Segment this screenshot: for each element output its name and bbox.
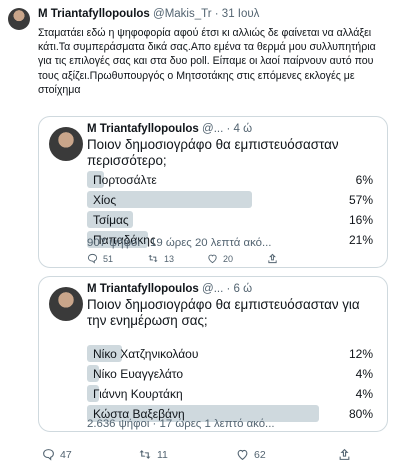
reply-button[interactable]: 47 (42, 448, 72, 461)
tweet-date[interactable]: 31 Ιουλ (222, 8, 260, 20)
retweet-button[interactable]: 11 (138, 448, 168, 461)
heart-icon (208, 254, 217, 264)
avatar (49, 127, 83, 161)
heart-icon (237, 449, 248, 461)
quoted-tweet-header: M Triantafyllopoulos @... · 4 ώ (87, 123, 252, 135)
comment-icon (43, 449, 54, 461)
poll-option-label: Γιάννη Κουρτάκη (93, 387, 183, 401)
author-handle[interactable]: @Makis_Tr (153, 8, 212, 20)
poll-option-percent: 80% (348, 407, 373, 421)
author-name[interactable]: M Triantafyllopoulos (38, 8, 150, 20)
reply-button[interactable]: 51 (87, 253, 113, 264)
author-handle: @... (202, 123, 224, 135)
tweet-date: 6 ώ (233, 283, 253, 295)
like-count: 62 (254, 448, 266, 461)
retweet-icon (148, 254, 158, 263)
separator: · (214, 8, 219, 20)
like-button[interactable]: 62 (236, 448, 266, 461)
poll-option-label: Τσίμας (93, 213, 129, 227)
tweet-text: Σταματάει εδώ η ψηφοφορία αφού έτσι κι α… (38, 27, 376, 96)
tweet-header: M Triantafyllopoulos @Makis_Tr · 31 Ιουλ (38, 8, 259, 20)
poll-option-label: Νίκο Χατζηνικολάου (93, 347, 199, 361)
separator: · (226, 283, 231, 295)
poll-question: Ποιον δημοσιογράφο θα εμπιστευόσασταν γι… (87, 297, 360, 328)
retweet-count: 11 (157, 448, 168, 461)
retweet-button[interactable]: 13 (147, 253, 174, 264)
poll-option-percent: 16% (348, 213, 373, 227)
poll: Νίκο Χατζηνικολάου 12% Νίκο Ευαγγελάτο 4… (87, 345, 377, 425)
poll-option: Γιάννη Κουρτάκη 4% (87, 385, 377, 402)
poll-option-percent: 21% (348, 233, 373, 247)
retweet-icon (139, 450, 151, 459)
poll-option: Τσίμας 16% (87, 211, 377, 228)
poll-option-percent: 12% (348, 347, 373, 361)
share-button[interactable] (338, 448, 351, 461)
poll-option-percent: 4% (355, 387, 373, 401)
avatar (49, 287, 83, 321)
quoted-tweet-actions: 51 13 20 (87, 253, 287, 267)
poll-option: Χίος 57% (87, 191, 377, 208)
poll-option-percent: 6% (355, 173, 373, 187)
quoted-tweet-1[interactable]: M Triantafyllopoulos @... · 4 ώ Ποιον δη… (38, 116, 388, 268)
like-button[interactable]: 20 (207, 253, 233, 264)
poll-option: Νίκο Ευαγγελάτο 4% (87, 365, 377, 382)
poll-meta: 907 ψήφοι · 19 ώρες 20 λεπτά ακό... (87, 237, 272, 249)
poll-question: Ποιον δημοσιογράφο θα εμπιστευόσασταν πε… (87, 137, 339, 168)
poll-option-label: Νίκο Ευαγγελάτο (93, 367, 184, 381)
poll-option: Νίκο Χατζηνικολάου 12% (87, 345, 377, 362)
like-count: 20 (223, 253, 234, 264)
author-name: M Triantafyllopoulos (87, 283, 199, 295)
reply-count: 47 (60, 448, 72, 461)
share-icon (339, 448, 350, 460)
poll-option-percent: 57% (348, 193, 373, 207)
poll-option: Πορτοσάλτε 6% (87, 171, 377, 188)
author-name: M Triantafyllopoulos (87, 123, 199, 135)
poll-option-percent: 4% (355, 367, 373, 381)
tweet-actions: 47 11 62 (38, 448, 388, 464)
avatar[interactable] (8, 8, 30, 30)
reply-count: 51 (103, 253, 114, 264)
quoted-tweet-header: M Triantafyllopoulos @... · 6 ώ (87, 283, 252, 295)
author-handle: @... (202, 283, 224, 295)
share-icon (268, 253, 277, 264)
quoted-tweet-2[interactable]: M Triantafyllopoulos @... · 6 ώ Ποιον δη… (38, 276, 388, 432)
poll-meta: 2.636 ψήφοι · 17 ώρες 1 λεπτό ακό... (87, 418, 275, 430)
share-button[interactable] (267, 253, 278, 264)
retweet-count: 13 (164, 253, 175, 264)
comment-icon (87, 253, 98, 264)
tweet-date: 4 ώ (233, 123, 253, 135)
tweet[interactable]: M Triantafyllopoulos @Makis_Tr · 31 Ιουλ… (0, 0, 400, 470)
poll-option-label: Χίος (93, 193, 117, 207)
poll-option-label: Πορτοσάλτε (93, 173, 157, 187)
separator: · (226, 123, 231, 135)
